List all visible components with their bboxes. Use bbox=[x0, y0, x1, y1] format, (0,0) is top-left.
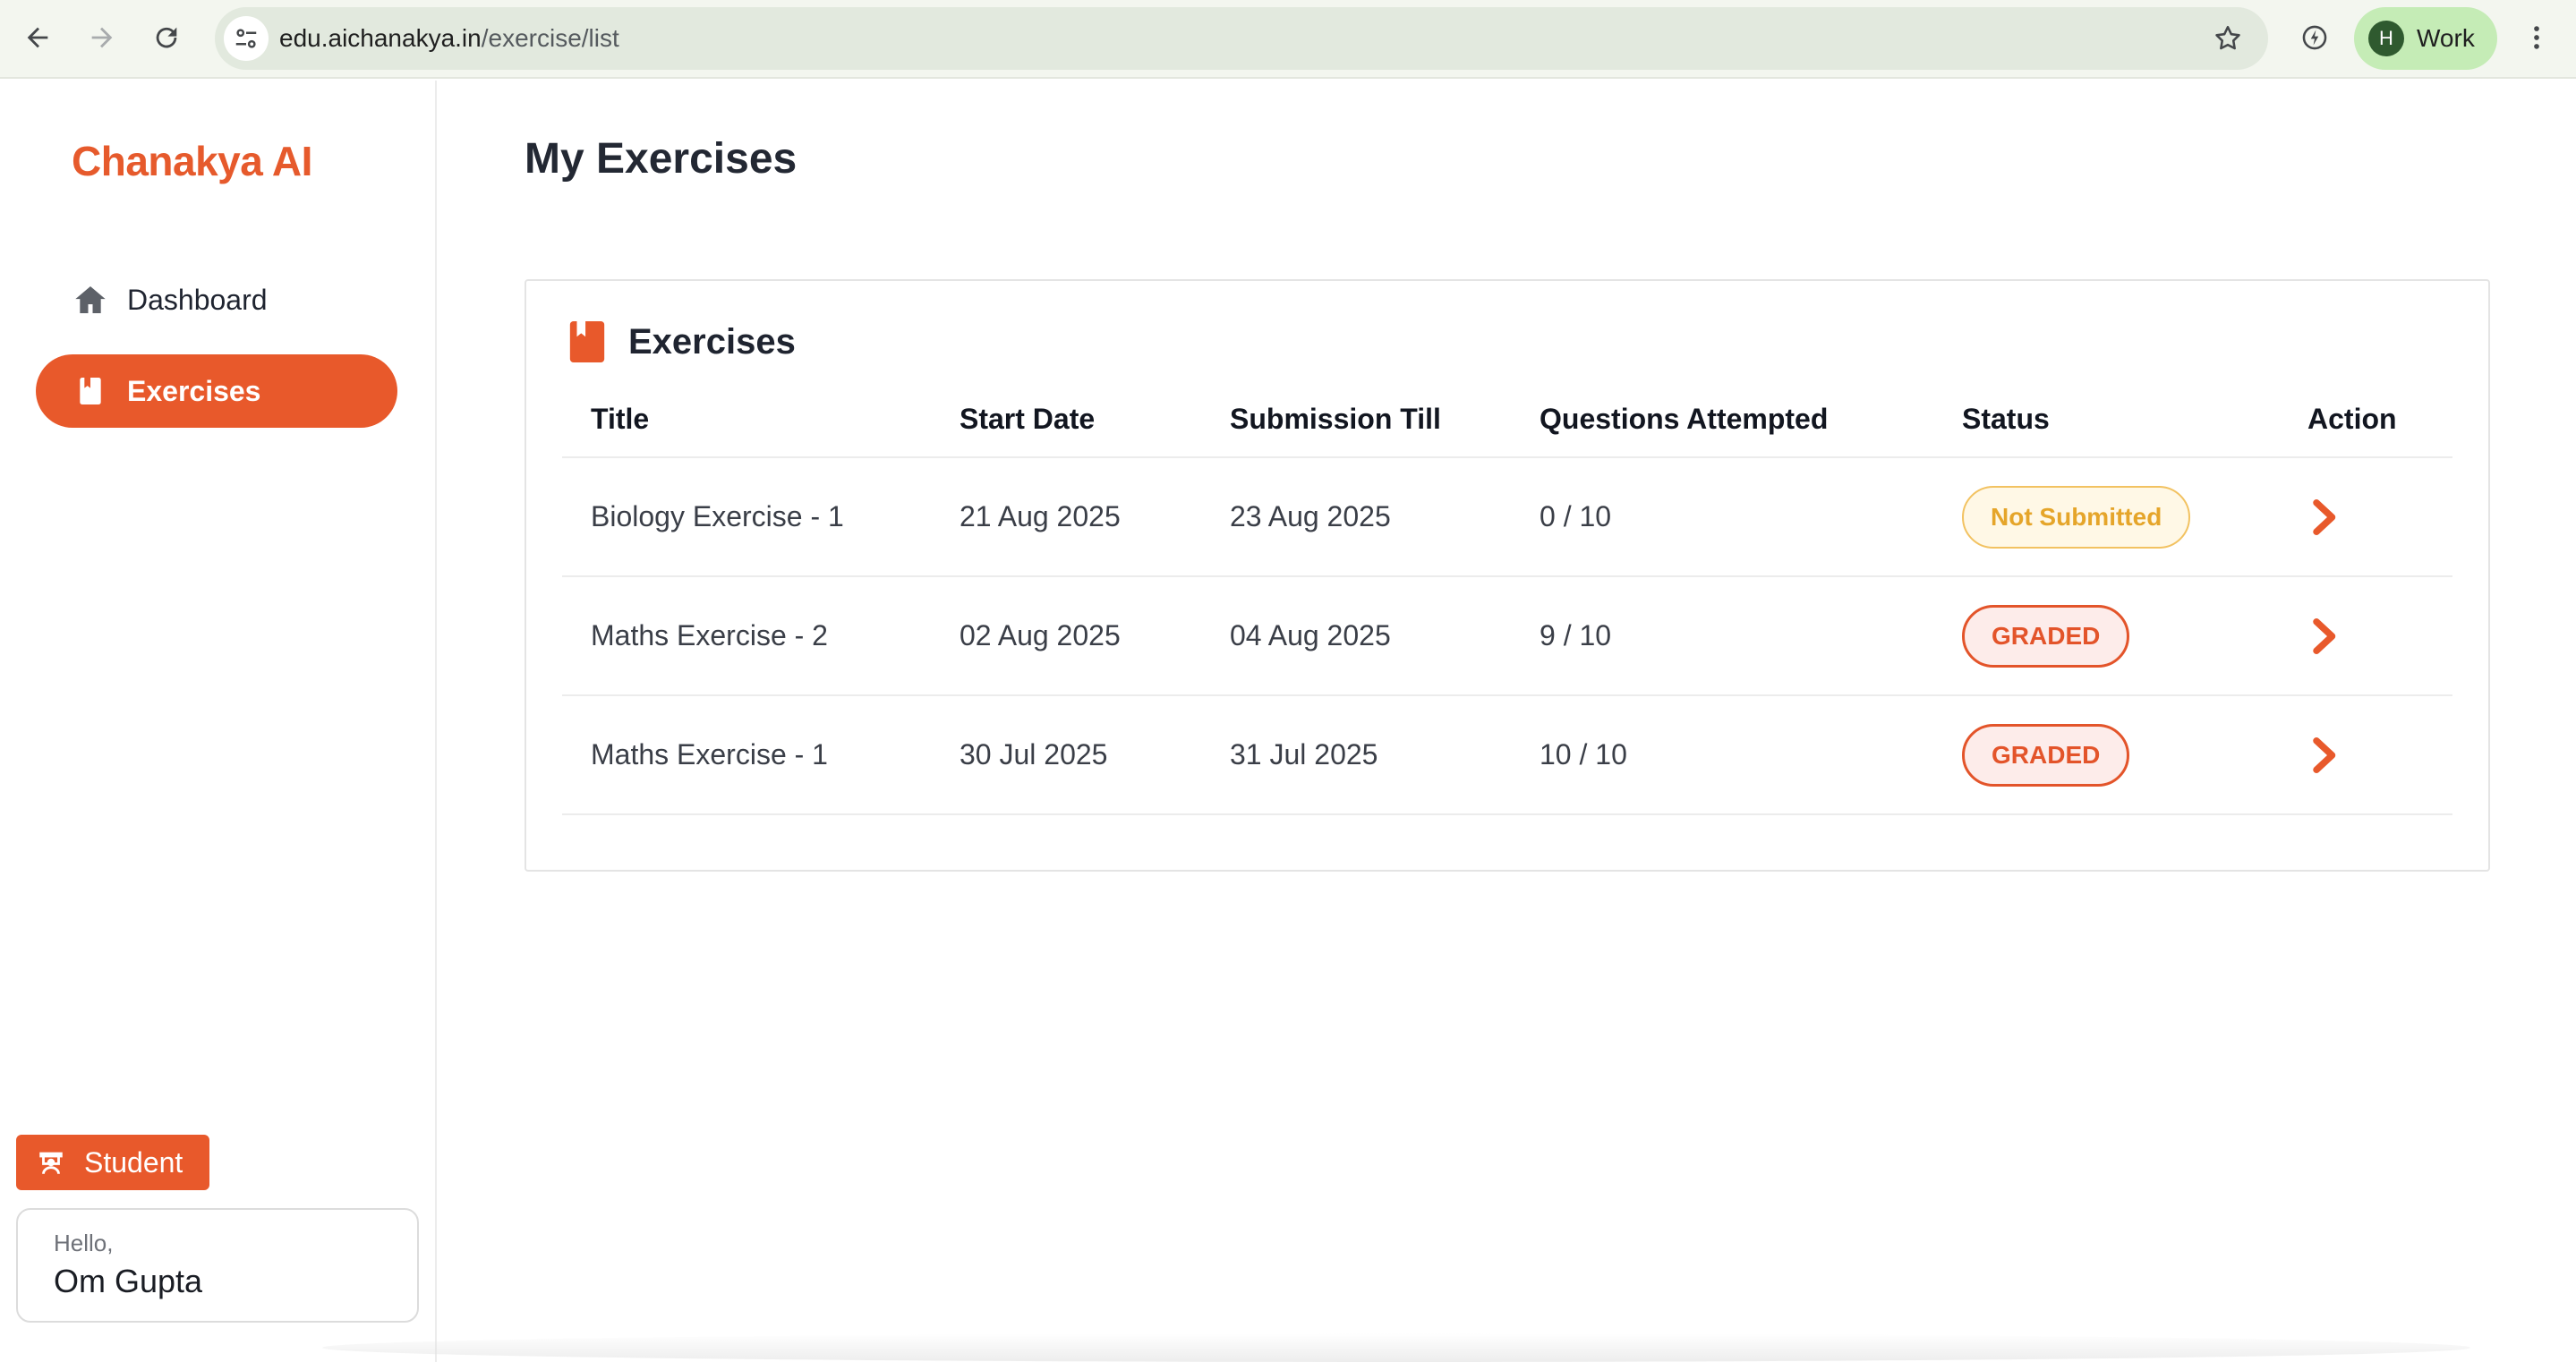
sidebar-item-label: Dashboard bbox=[127, 283, 268, 316]
action-cell bbox=[2307, 696, 2343, 813]
column-header-start-date: Start Date bbox=[960, 402, 1096, 435]
chevron-right-icon bbox=[2313, 498, 2336, 535]
chevron-right-icon bbox=[2313, 736, 2336, 773]
address-bar[interactable]: edu.aichanakya.in/exercise/list bbox=[215, 7, 2268, 70]
submission-date: 04 Aug 2025 bbox=[1230, 619, 1391, 651]
card-title: Exercises bbox=[628, 321, 796, 362]
sidebar: Chanakya AI Dashboard Exercises Student … bbox=[0, 81, 437, 1362]
teacher-icon bbox=[39, 1152, 63, 1174]
column-header-status: Status bbox=[1962, 402, 2050, 435]
arrow-right-icon bbox=[91, 27, 113, 48]
submission-date: 31 Jul 2025 bbox=[1230, 738, 1378, 770]
app-logo[interactable]: Chanakya AI bbox=[72, 134, 312, 188]
book-icon bbox=[569, 321, 605, 362]
start-date: 21 Aug 2025 bbox=[960, 500, 1121, 532]
status-badge: Not Submitted bbox=[1962, 485, 2191, 549]
exercise-title: Maths Exercise - 1 bbox=[591, 738, 828, 770]
start-date: 30 Jul 2025 bbox=[960, 738, 1108, 770]
card-header: Exercises bbox=[569, 317, 796, 367]
start-date: 02 Aug 2025 bbox=[960, 619, 1121, 651]
reload-button[interactable] bbox=[143, 14, 190, 61]
table-row: Biology Exercise - 1 21 Aug 2025 23 Aug … bbox=[562, 458, 2452, 577]
performance-icon bbox=[2302, 25, 2327, 50]
home-icon bbox=[72, 281, 109, 319]
table-row: Maths Exercise - 1 30 Jul 2025 31 Jul 20… bbox=[562, 696, 2452, 815]
user-card[interactable]: Hello, Om Gupta bbox=[16, 1208, 419, 1323]
exercises-card: Exercises Title Start Date Submission Ti… bbox=[525, 279, 2490, 872]
profile-avatar: H bbox=[2368, 21, 2404, 56]
url-path: /exercise/list bbox=[481, 24, 619, 52]
bookmark-star-icon[interactable] bbox=[2205, 16, 2250, 61]
status-badge: GRADED bbox=[1962, 604, 2130, 668]
action-cell bbox=[2307, 577, 2343, 694]
open-exercise-button[interactable] bbox=[2307, 615, 2343, 658]
role-badge: Student bbox=[16, 1135, 209, 1190]
forward-button[interactable] bbox=[79, 14, 125, 61]
questions-attempted: 0 / 10 bbox=[1540, 500, 1612, 532]
exercises-table: Title Start Date Submission Till Questio… bbox=[562, 381, 2452, 815]
user-name: Om Gupta bbox=[54, 1263, 203, 1299]
sidebar-item-exercises[interactable]: Exercises bbox=[36, 354, 397, 428]
table-row: Maths Exercise - 2 02 Aug 2025 04 Aug 20… bbox=[562, 577, 2452, 696]
exercise-title: Biology Exercise - 1 bbox=[591, 500, 844, 532]
page-title: My Exercises bbox=[525, 135, 798, 183]
book-icon bbox=[72, 372, 109, 410]
arrow-left-icon bbox=[27, 27, 48, 48]
profile-button[interactable]: H Work bbox=[2354, 7, 2497, 70]
greeting-text: Hello, bbox=[54, 1230, 114, 1256]
bottom-shadow bbox=[322, 1333, 2470, 1362]
sidebar-item-dashboard[interactable]: Dashboard bbox=[36, 263, 397, 336]
exercise-title: Maths Exercise - 2 bbox=[591, 619, 828, 651]
column-header-action: Action bbox=[2307, 402, 2397, 435]
submission-date: 23 Aug 2025 bbox=[1230, 500, 1391, 532]
back-button[interactable] bbox=[14, 14, 61, 61]
status-cell: GRADED bbox=[1962, 577, 2130, 694]
browser-toolbar: edu.aichanakya.in/exercise/list H Work bbox=[0, 0, 2576, 79]
profile-name: Work bbox=[2417, 24, 2475, 52]
sidebar-item-label: Exercises bbox=[127, 374, 261, 407]
table-header: Title Start Date Submission Till Questio… bbox=[562, 381, 2452, 458]
url-text[interactable]: edu.aichanakya.in/exercise/list bbox=[279, 7, 619, 70]
open-exercise-button[interactable] bbox=[2307, 734, 2343, 777]
questions-attempted: 9 / 10 bbox=[1540, 619, 1612, 651]
column-header-questions-attempted: Questions Attempted bbox=[1540, 402, 1829, 435]
role-label: Student bbox=[84, 1145, 183, 1179]
browser-menu-button[interactable] bbox=[2513, 14, 2560, 61]
status-cell: Not Submitted bbox=[1962, 458, 2191, 575]
status-badge: GRADED bbox=[1962, 723, 2130, 787]
column-header-title: Title bbox=[591, 402, 650, 435]
action-cell bbox=[2307, 458, 2343, 575]
url-host: edu.aichanakya.in bbox=[279, 24, 482, 52]
reload-icon bbox=[156, 27, 177, 48]
more-vertical-icon bbox=[2534, 26, 2539, 49]
extension-button[interactable] bbox=[2291, 14, 2338, 61]
column-header-submission-till: Submission Till bbox=[1230, 402, 1441, 435]
chevron-right-icon bbox=[2313, 617, 2336, 654]
status-cell: GRADED bbox=[1962, 696, 2130, 813]
questions-attempted: 10 / 10 bbox=[1540, 738, 1627, 770]
site-settings-icon[interactable] bbox=[224, 16, 269, 61]
open-exercise-button[interactable] bbox=[2307, 496, 2343, 539]
